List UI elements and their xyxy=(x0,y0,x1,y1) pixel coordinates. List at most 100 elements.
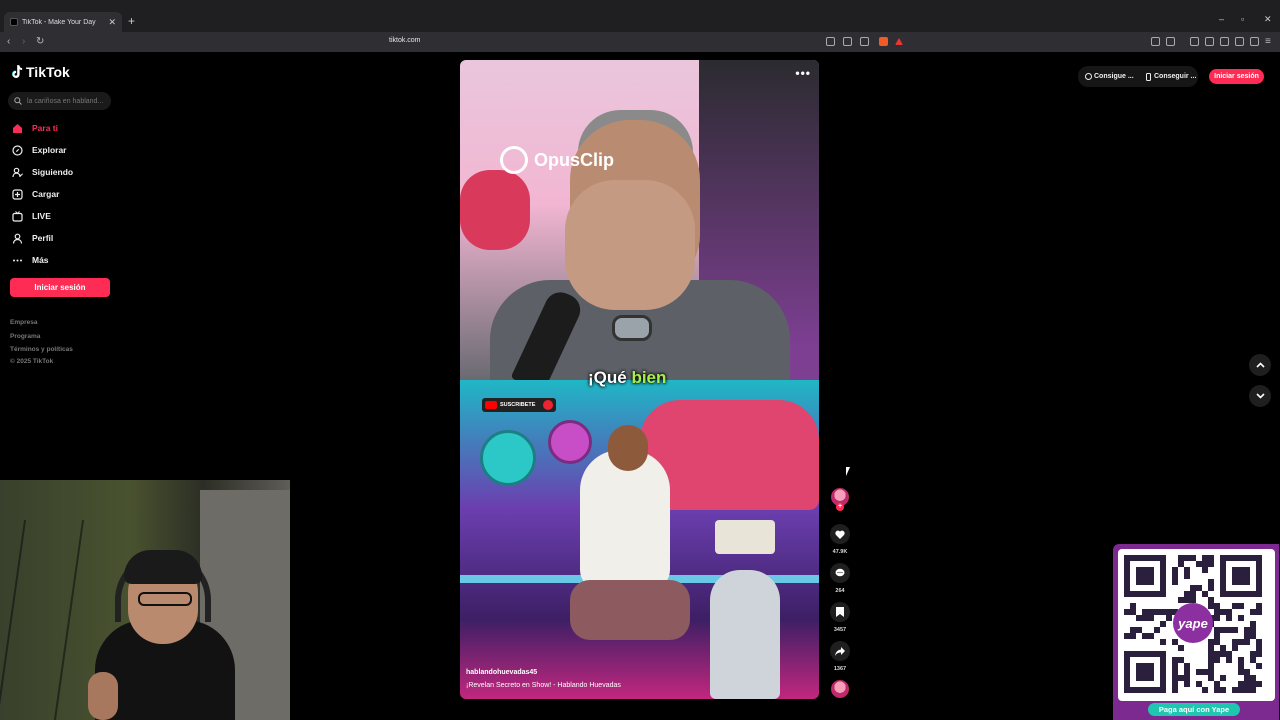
search-icon xyxy=(14,97,22,105)
video-more-options-icon[interactable]: ••• xyxy=(795,66,811,80)
next-video-button[interactable] xyxy=(1249,385,1271,407)
video-player[interactable]: OpusClip ••• SUSCRIBETE ¡Qué bien hablan… xyxy=(460,60,819,699)
sidebar-item-label: Siguiendo xyxy=(32,167,74,177)
music-icon[interactable] xyxy=(1190,37,1199,46)
tab-close-icon[interactable]: ✕ xyxy=(108,17,116,28)
signin-button[interactable]: Iniciar sesión xyxy=(1209,69,1264,84)
profile-icon xyxy=(11,232,24,245)
share-count: 1367 xyxy=(833,666,847,672)
rewards-icon[interactable] xyxy=(895,38,903,45)
sidebar-item-mas[interactable]: Más xyxy=(11,253,49,267)
share-button[interactable] xyxy=(830,641,850,661)
like-count: 47.9K xyxy=(832,549,848,555)
comment-icon xyxy=(835,568,845,577)
subscribe-text: SUSCRIBETE xyxy=(500,402,536,408)
browser-tab[interactable]: TikTok - Make Your Day ✕ xyxy=(4,12,122,32)
footer-copyright: © 2025 TikTok xyxy=(10,358,54,365)
chevron-up-icon xyxy=(1255,362,1265,368)
watermark-text: OpusClip xyxy=(534,149,614,170)
get-app-label: Conseguir ... xyxy=(1154,73,1197,80)
sidebar-toggle-icon[interactable] xyxy=(1205,37,1214,46)
tab-icon[interactable] xyxy=(1220,37,1229,46)
get-coins-button[interactable]: Consigue ... xyxy=(1085,69,1134,84)
sidebar-item-label: Cargar xyxy=(32,189,60,199)
following-icon xyxy=(11,166,24,179)
sidebar-item-label: LIVE xyxy=(32,211,51,221)
coin-icon xyxy=(1085,73,1092,80)
youtube-icon xyxy=(485,401,497,409)
sidebar-item-siguiendo[interactable]: Siguiendo xyxy=(11,165,73,179)
sidebar-item-explorar[interactable]: Explorar xyxy=(11,143,67,157)
search-input[interactable]: la cariñosa en habland... xyxy=(8,92,111,110)
close-window-button[interactable]: ✕ xyxy=(1264,14,1272,25)
login-button[interactable]: Iniciar sesión xyxy=(10,278,110,297)
tiktok-note-icon xyxy=(11,65,23,79)
compass-icon xyxy=(11,144,24,157)
comment-button[interactable] xyxy=(830,563,850,583)
screen-share-icon[interactable] xyxy=(826,37,835,46)
video-top-scene xyxy=(460,60,819,393)
live-icon xyxy=(11,210,24,223)
bell-icon xyxy=(543,400,553,410)
share-arrow-icon xyxy=(835,646,845,656)
footer-link-programa[interactable]: Programa xyxy=(10,333,40,340)
subscribe-badge: SUSCRIBETE xyxy=(482,398,556,412)
tiktok-logo[interactable]: TikTok xyxy=(11,64,70,80)
sidebar-item-label: Explorar xyxy=(32,145,67,155)
vpn-icon[interactable] xyxy=(1250,37,1259,46)
opusclip-logo-icon xyxy=(500,146,528,174)
get-app-button[interactable]: Conseguir ... xyxy=(1146,69,1196,84)
translate-icon[interactable] xyxy=(843,37,852,46)
heart-icon xyxy=(835,530,845,539)
leo-icon[interactable] xyxy=(1235,37,1244,46)
back-icon[interactable]: ‹ xyxy=(7,36,10,48)
sidebar-item-label: Para ti xyxy=(32,123,58,133)
previous-video-button[interactable] xyxy=(1249,354,1271,376)
sidebar-item-label: Más xyxy=(32,255,49,265)
webcam-overlay xyxy=(0,480,290,720)
brave-shield-icon[interactable] xyxy=(879,37,888,46)
video-author[interactable]: hablandohuevadas45 xyxy=(466,669,537,676)
music-disc-avatar[interactable] xyxy=(831,680,849,698)
tab-title: TikTok - Make Your Day xyxy=(22,18,96,26)
video-description: ¡Revelan Secreto en Show! - Hablando Hue… xyxy=(466,682,621,689)
search-placeholder: la cariñosa en habland... xyxy=(27,97,104,105)
phone-icon xyxy=(1146,72,1151,81)
reload-icon[interactable]: ↻ xyxy=(36,36,44,48)
extension-icon[interactable] xyxy=(1151,37,1160,46)
footer-link-empresa[interactable]: Empresa xyxy=(10,319,37,326)
caption-highlight: bien xyxy=(631,368,667,387)
get-coins-label: Consigue ... xyxy=(1094,73,1134,80)
bookmark-save-icon xyxy=(836,607,844,617)
sidebar-item-label: Perfil xyxy=(32,233,54,243)
maximize-button[interactable]: ▫ xyxy=(1241,14,1244,24)
chevron-down-icon xyxy=(1255,393,1265,399)
opusclip-watermark: OpusClip xyxy=(500,146,614,174)
forward-icon[interactable]: › xyxy=(22,36,25,48)
sidebar-item-perfil[interactable]: Perfil xyxy=(11,231,53,245)
like-button[interactable] xyxy=(830,524,850,544)
sidebar-item-para-ti[interactable]: Para ti xyxy=(11,121,58,135)
sidebar-item-live[interactable]: LIVE xyxy=(11,209,51,223)
minimize-button[interactable]: – xyxy=(1219,14,1224,24)
menu-icon[interactable]: ≡ xyxy=(1265,36,1271,48)
save-button[interactable] xyxy=(830,602,850,622)
logo-text: TikTok xyxy=(26,64,70,80)
follow-plus-icon[interactable]: + xyxy=(836,503,844,511)
more-icon xyxy=(11,254,24,267)
yape-logo-text: yape xyxy=(1177,616,1208,631)
mouse-cursor-icon xyxy=(846,467,850,476)
sidebar-item-cargar[interactable]: Cargar xyxy=(11,187,59,201)
video-bottom-scene: SUSCRIBETE xyxy=(460,380,819,699)
home-icon xyxy=(11,122,24,135)
wallet-icon[interactable] xyxy=(1166,37,1175,46)
caption-text: ¡Qué xyxy=(588,368,632,387)
save-count: 3457 xyxy=(833,627,847,633)
upload-icon xyxy=(11,188,24,201)
url-text[interactable]: tiktok.com xyxy=(389,37,421,44)
video-caption: ¡Qué bien xyxy=(588,368,666,388)
footer-link-terminos[interactable]: Términos y políticas xyxy=(10,346,73,353)
share-icon[interactable] xyxy=(860,37,869,46)
new-tab-button[interactable]: + xyxy=(128,14,135,28)
tiktok-favicon-icon xyxy=(10,18,18,26)
